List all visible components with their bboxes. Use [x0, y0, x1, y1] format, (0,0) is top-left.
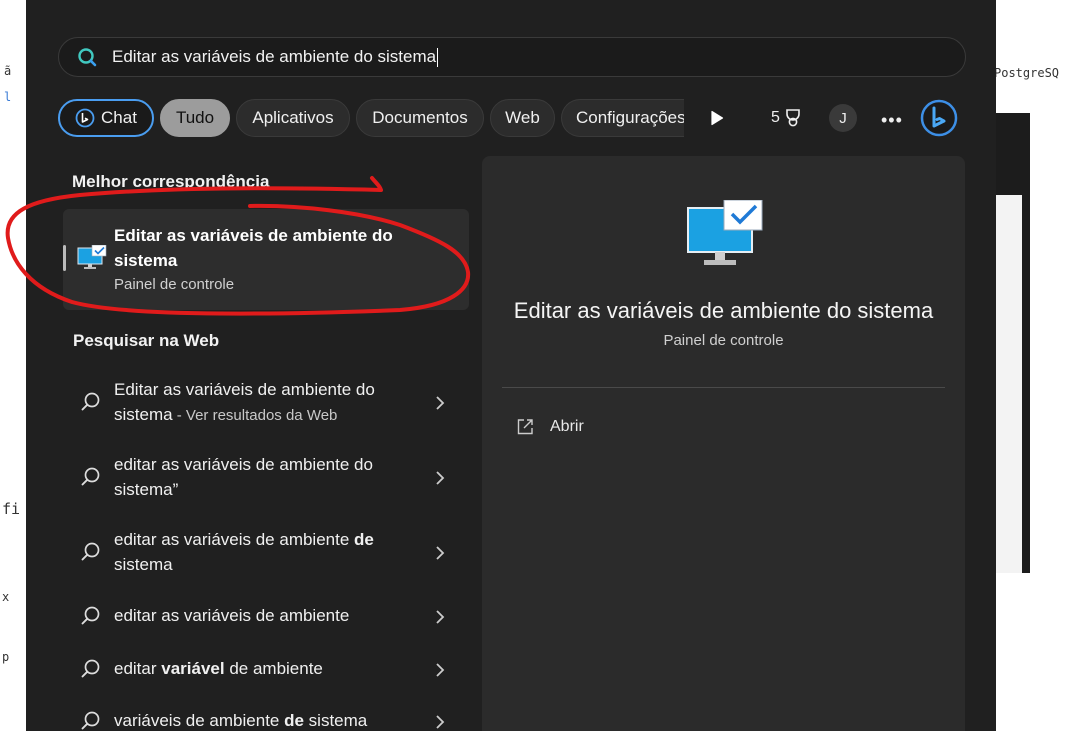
rewards-button[interactable]: 5: [771, 108, 802, 128]
background-editor-text: PostgreSQ: [994, 66, 1060, 80]
background-text-fragment: x: [2, 590, 10, 604]
selection-indicator: [63, 245, 66, 271]
search-input[interactable]: Editar as variáveis de ambiente do siste…: [58, 37, 966, 77]
web-result-item[interactable]: editar variável de ambiente: [72, 655, 462, 685]
best-match-subtitle: Painel de controle: [114, 276, 235, 293]
detail-title: Editar as variáveis de ambiente do siste…: [513, 298, 934, 323]
filter-tudo-button[interactable]: Tudo: [160, 99, 230, 137]
search-icon: [81, 392, 100, 411]
start-search-panel: Editar as variáveis de ambiente do siste…: [26, 0, 996, 731]
bing-chat-icon: [75, 108, 95, 128]
filter-chat-button[interactable]: Chat: [58, 99, 154, 137]
filter-aplicativos-label: Aplicativos: [252, 108, 334, 127]
background-text-fragment: p: [2, 650, 10, 664]
background-light-pane: [996, 195, 1022, 573]
web-result-text: editar as variáveis de ambiente do siste…: [114, 455, 373, 499]
open-action[interactable]: Abrir: [516, 415, 584, 439]
background-text-fragment: fi: [2, 500, 21, 518]
web-result-text: variáveis de ambiente de sistema: [114, 711, 368, 730]
filter-chat-label: Chat: [101, 108, 137, 127]
divider: [502, 387, 945, 388]
background-text-fragment: l: [4, 90, 12, 104]
background-window-left: ã l fi x p: [0, 0, 26, 731]
web-result-item[interactable]: variáveis de ambiente de sistema: [72, 707, 462, 731]
chevron-right-icon: [436, 610, 445, 624]
web-result-suffix: - Ver resultados da Web: [172, 407, 338, 424]
best-match-result[interactable]: Editar as variáveis de ambiente do siste…: [63, 209, 469, 310]
filter-web-button[interactable]: Web: [490, 99, 555, 137]
bing-button-icon[interactable]: [920, 99, 958, 137]
search-icon: [81, 467, 100, 486]
filter-configuracoes-label: Configurações: [576, 108, 684, 127]
avatar-initial: J: [839, 109, 847, 127]
web-result-text: editar variável de ambiente: [114, 659, 323, 678]
filter-tudo-label: Tudo: [175, 108, 215, 127]
search-icon: [81, 711, 100, 730]
web-result-item[interactable]: editar as variáveis de ambiente do siste…: [72, 452, 462, 508]
trophy-icon: [786, 109, 800, 127]
rewards-count: 5: [771, 109, 780, 126]
filter-configuracoes-button[interactable]: Configurações: [561, 99, 684, 137]
web-search-heading: Pesquisar na Web: [73, 331, 220, 350]
web-result-item[interactable]: editar as variáveis de ambiente de siste…: [72, 527, 462, 583]
search-icon: [81, 542, 100, 561]
search-icon: [81, 606, 100, 625]
detail-pane: Editar as variáveis de ambiente do siste…: [482, 156, 965, 731]
filter-web-label: Web: [505, 108, 540, 127]
system-monitor-icon: [687, 200, 763, 265]
web-result-text: Editar as variáveis de ambiente do siste…: [114, 380, 375, 424]
chevron-right-icon: [436, 546, 445, 560]
chevron-right-icon: [436, 471, 445, 485]
filter-aplicativos-button[interactable]: Aplicativos: [236, 99, 350, 137]
filter-documentos-button[interactable]: Documentos: [356, 99, 484, 137]
search-query-text: Editar as variáveis de ambiente do siste…: [112, 47, 439, 68]
search-icon: [81, 659, 100, 678]
filter-documentos-label: Documentos: [372, 108, 468, 127]
open-external-icon: [517, 419, 533, 435]
best-match-title: Editar as variáveis de ambiente do siste…: [114, 226, 393, 270]
search-icon: [78, 48, 97, 67]
chevron-right-icon: [436, 715, 445, 729]
web-result-text: editar as variáveis de ambiente de siste…: [114, 530, 374, 574]
more-options-icon[interactable]: •••: [881, 110, 903, 131]
system-monitor-icon: [77, 245, 107, 269]
user-avatar[interactable]: J: [829, 104, 857, 132]
background-text-fragment: ã: [4, 64, 12, 78]
web-result-item[interactable]: editar as variáveis de ambiente: [72, 602, 462, 632]
detail-subtitle: Painel de controle: [663, 332, 784, 349]
best-match-heading: Melhor correspondência: [72, 172, 270, 191]
text-caret: [437, 48, 439, 68]
scroll-filters-right-icon[interactable]: [710, 110, 724, 126]
chevron-right-icon: [436, 396, 445, 410]
web-result-item[interactable]: Editar as variáveis de ambiente do siste…: [72, 377, 462, 433]
chevron-right-icon: [436, 663, 445, 677]
web-result-text: editar as variáveis de ambiente: [114, 606, 350, 625]
open-label: Abrir: [550, 418, 584, 435]
